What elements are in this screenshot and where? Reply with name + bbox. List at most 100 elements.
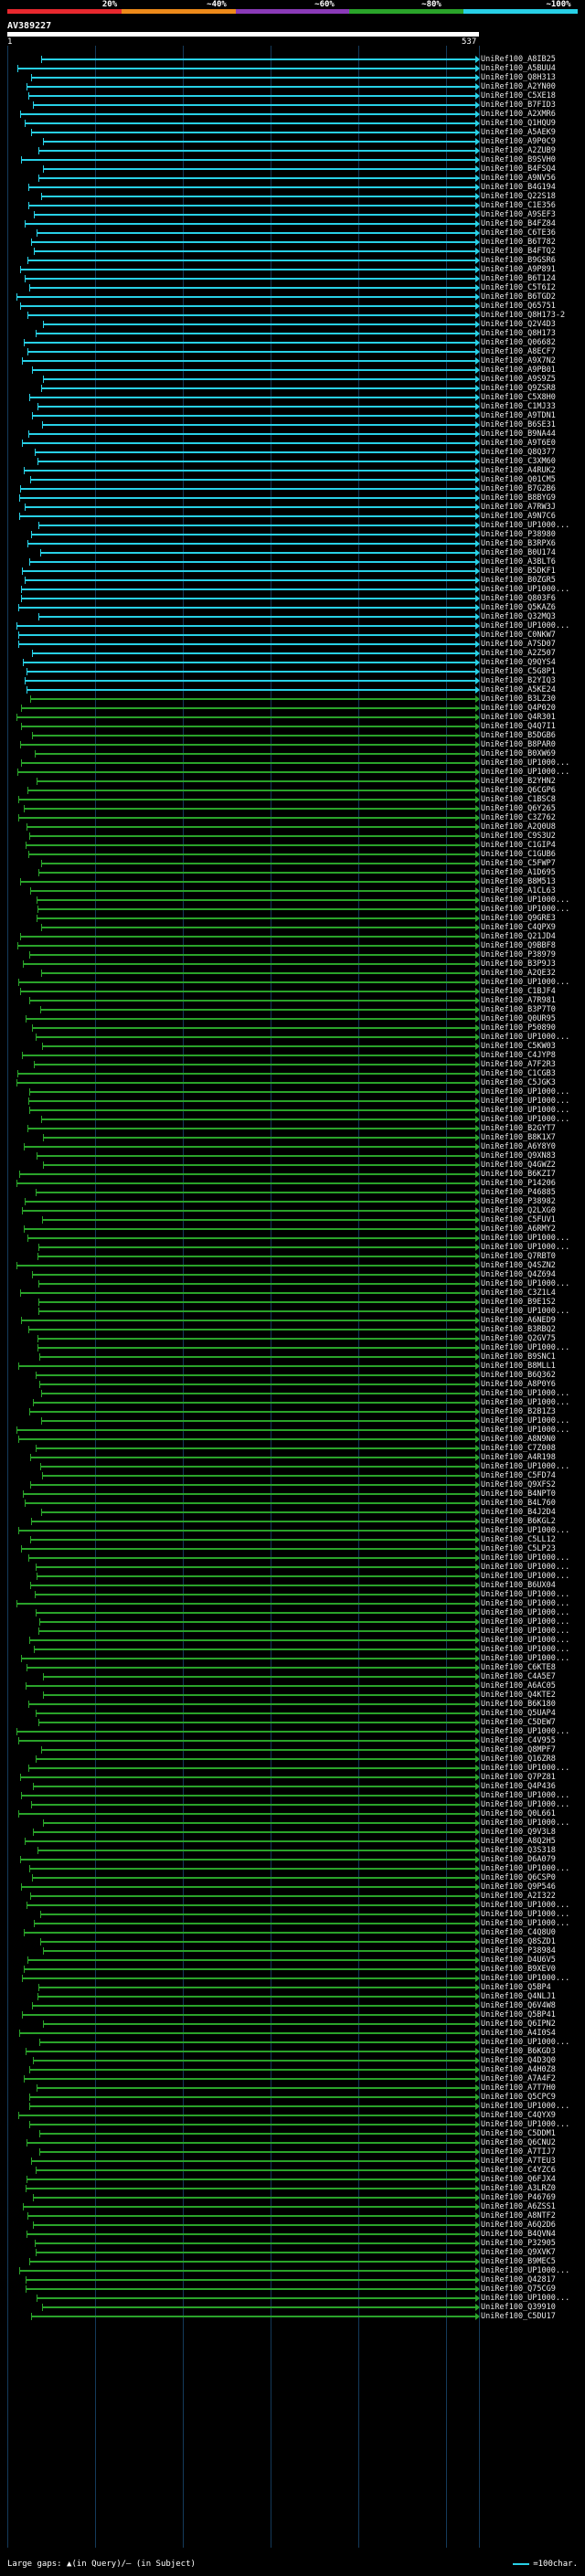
hit-row[interactable]: UniRef100_B8BYG9	[0, 493, 585, 503]
hit-row[interactable]: UniRef100_Q75CG9	[0, 2284, 585, 2294]
hit-row[interactable]: UniRef100_A2ZUB9	[0, 146, 585, 155]
hit-id-link[interactable]: UniRef100_Q6FJX4	[481, 2175, 556, 2184]
hit-row[interactable]: UniRef100_A7A4F2	[0, 2074, 585, 2083]
hit-row[interactable]: UniRef100_B0ZGR5	[0, 576, 585, 585]
hit-row[interactable]: UniRef100_UP1000...	[0, 1910, 585, 1919]
hit-row[interactable]: UniRef100_UP1000...	[0, 1764, 585, 1773]
hit-id-link[interactable]: UniRef100_B9SNC1	[481, 1352, 556, 1362]
hit-row[interactable]: UniRef100_C4QPX9	[0, 923, 585, 932]
hit-row[interactable]: UniRef100_A5AEK9	[0, 128, 585, 137]
hit-id-link[interactable]: UniRef100_Q06682	[481, 338, 556, 347]
hit-row[interactable]: UniRef100_Q06682	[0, 338, 585, 347]
hit-id-link[interactable]: UniRef100_Q8H313	[481, 73, 556, 82]
hit-id-link[interactable]: UniRef100_A5BUU4	[481, 64, 556, 73]
hit-id-link[interactable]: UniRef100_B8K1X7	[481, 1133, 556, 1142]
hit-id-link[interactable]: UniRef100_A8IB25	[481, 55, 556, 64]
hit-row[interactable]: UniRef100_A4R198	[0, 1453, 585, 1462]
hit-id-link[interactable]: UniRef100_UP1000...	[481, 978, 569, 987]
hit-row[interactable]: UniRef100_P38984	[0, 1946, 585, 1956]
hit-id-link[interactable]: UniRef100_A6RMY2	[481, 1224, 556, 1234]
hit-id-link[interactable]: UniRef100_UP1000...	[481, 2038, 569, 2047]
hit-id-link[interactable]: UniRef100_B5DGB6	[481, 731, 556, 740]
hit-id-link[interactable]: UniRef100_C1MJ33	[481, 402, 556, 411]
hit-id-link[interactable]: UniRef100_Q4Z694	[481, 1270, 556, 1279]
hit-row[interactable]: UniRef100_Q42817	[0, 2275, 585, 2284]
hit-id-link[interactable]: UniRef100_B6KZI7	[481, 1170, 556, 1179]
hit-row[interactable]: UniRef100_B3P9J3	[0, 959, 585, 969]
hit-id-link[interactable]: UniRef100_A7SD07	[481, 640, 556, 649]
hit-row[interactable]: UniRef100_C5FWP7	[0, 859, 585, 868]
hit-id-link[interactable]: UniRef100_UP1000...	[481, 1526, 569, 1535]
hit-row[interactable]: UniRef100_UP1000...	[0, 1279, 585, 1288]
hit-id-link[interactable]: UniRef100_UP1000...	[481, 1234, 569, 1243]
hit-id-link[interactable]: UniRef100_A2Z507	[481, 649, 556, 658]
hit-id-link[interactable]: UniRef100_A5KE24	[481, 685, 556, 694]
hit-row[interactable]: UniRef100_A7TIJ7	[0, 2147, 585, 2157]
hit-row[interactable]: UniRef100_A2XMR6	[0, 110, 585, 119]
hit-id-link[interactable]: UniRef100_C3XM60	[481, 457, 556, 466]
hit-row[interactable]: UniRef100_UP1000...	[0, 1243, 585, 1252]
hit-id-link[interactable]: UniRef100_B6KGD3	[481, 2047, 556, 2056]
hit-row[interactable]: UniRef100_B2YIQ3	[0, 676, 585, 685]
hit-row[interactable]: UniRef100_A8IB25	[0, 55, 585, 64]
hit-id-link[interactable]: UniRef100_P38979	[481, 950, 556, 959]
hit-row[interactable]: UniRef100_Q9QYS4	[0, 658, 585, 667]
hit-id-link[interactable]: UniRef100_Q6CSP0	[481, 1873, 556, 1882]
hit-row[interactable]: UniRef100_A2YN00	[0, 82, 585, 91]
hit-id-link[interactable]: UniRef100_C1GIP4	[481, 841, 556, 850]
hit-row[interactable]: UniRef100_UP1000...	[0, 521, 585, 530]
hit-id-link[interactable]: UniRef100_B0ZGR5	[481, 576, 556, 585]
hit-id-link[interactable]: UniRef100_A4I0S4	[481, 2029, 556, 2038]
hit-row[interactable]: UniRef100_Q01CM5	[0, 475, 585, 484]
hit-id-link[interactable]: UniRef100_P32905	[481, 2239, 556, 2248]
hit-row[interactable]: UniRef100_UP1000...	[0, 2294, 585, 2303]
hit-row[interactable]: UniRef100_Q9BBF8	[0, 941, 585, 950]
hit-id-link[interactable]: UniRef100_UP1000...	[481, 1307, 569, 1316]
hit-row[interactable]: UniRef100_UP1000...	[0, 905, 585, 914]
hit-id-link[interactable]: UniRef100_Q16ZR8	[481, 1754, 556, 1764]
hit-row[interactable]: UniRef100_C5DDM1	[0, 2129, 585, 2138]
hit-row[interactable]: UniRef100_B4QVN4	[0, 2230, 585, 2239]
hit-row[interactable]: UniRef100_UP1000...	[0, 2038, 585, 2047]
hit-id-link[interactable]: UniRef100_Q1HQU9	[481, 119, 556, 128]
hit-row[interactable]: UniRef100_C1E356	[0, 201, 585, 210]
hit-id-link[interactable]: UniRef100_Q9XVK7	[481, 2248, 556, 2257]
hit-id-link[interactable]: UniRef100_C5LL12	[481, 1535, 556, 1544]
hit-id-link[interactable]: UniRef100_C3Z1L4	[481, 1288, 556, 1298]
hit-id-link[interactable]: UniRef100_Q2GV75	[481, 1334, 556, 1343]
hit-row[interactable]: UniRef100_Q2V4D3	[0, 320, 585, 329]
hit-row[interactable]: UniRef100_C7Z008	[0, 1444, 585, 1453]
hit-id-link[interactable]: UniRef100_C4Q8U0	[481, 1928, 556, 1937]
hit-id-link[interactable]: UniRef100_C5DDM1	[481, 2129, 556, 2138]
hit-row[interactable]: UniRef100_B3RPX6	[0, 539, 585, 548]
hit-id-link[interactable]: UniRef100_A8NTF2	[481, 2211, 556, 2221]
hit-id-link[interactable]: UniRef100_UP1000...	[481, 1389, 569, 1398]
hit-id-link[interactable]: UniRef100_Q22S18	[481, 192, 556, 201]
hit-id-link[interactable]: UniRef100_B6K180	[481, 1700, 556, 1709]
hit-id-link[interactable]: UniRef100_B8PAR0	[481, 740, 556, 749]
hit-row[interactable]: UniRef100_B3LZ30	[0, 694, 585, 704]
hit-id-link[interactable]: UniRef100_B2YIQ3	[481, 676, 556, 685]
hit-row[interactable]: UniRef100_Q4P020	[0, 704, 585, 713]
hit-id-link[interactable]: UniRef100_P38980	[481, 530, 556, 539]
hit-row[interactable]: UniRef100_A5BUU4	[0, 64, 585, 73]
hit-row[interactable]: UniRef100_Q9V3L8	[0, 1828, 585, 1837]
hit-id-link[interactable]: UniRef100_A7T7H0	[481, 2083, 556, 2093]
hit-row[interactable]: UniRef100_A6ZSS1	[0, 2202, 585, 2211]
hit-id-link[interactable]: UniRef100_UP1000...	[481, 1919, 569, 1928]
hit-id-link[interactable]: UniRef100_UP1000...	[481, 1608, 569, 1617]
hit-id-link[interactable]: UniRef100_UP1000...	[481, 1910, 569, 1919]
hit-id-link[interactable]: UniRef100_UP1000...	[481, 1398, 569, 1407]
hit-id-link[interactable]: UniRef100_A7F2R3	[481, 1060, 556, 1069]
hit-row[interactable]: UniRef100_C5FD74	[0, 1471, 585, 1480]
hit-id-link[interactable]: UniRef100_A1CL63	[481, 886, 556, 896]
hit-row[interactable]: UniRef100_B6Q362	[0, 1371, 585, 1380]
hit-id-link[interactable]: UniRef100_UP1000...	[481, 1764, 569, 1773]
hit-id-link[interactable]: UniRef100_Q5UAP4	[481, 1709, 556, 1718]
hit-row[interactable]: UniRef100_UP1000...	[0, 1563, 585, 1572]
hit-id-link[interactable]: UniRef100_Q9P546	[481, 1882, 556, 1892]
hit-row[interactable]: UniRef100_C6KTE8	[0, 1663, 585, 1672]
hit-id-link[interactable]: UniRef100_Q4P436	[481, 1782, 556, 1791]
hit-row[interactable]: UniRef100_B8PAR0	[0, 740, 585, 749]
hit-row[interactable]: UniRef100_UP1000...	[0, 621, 585, 631]
